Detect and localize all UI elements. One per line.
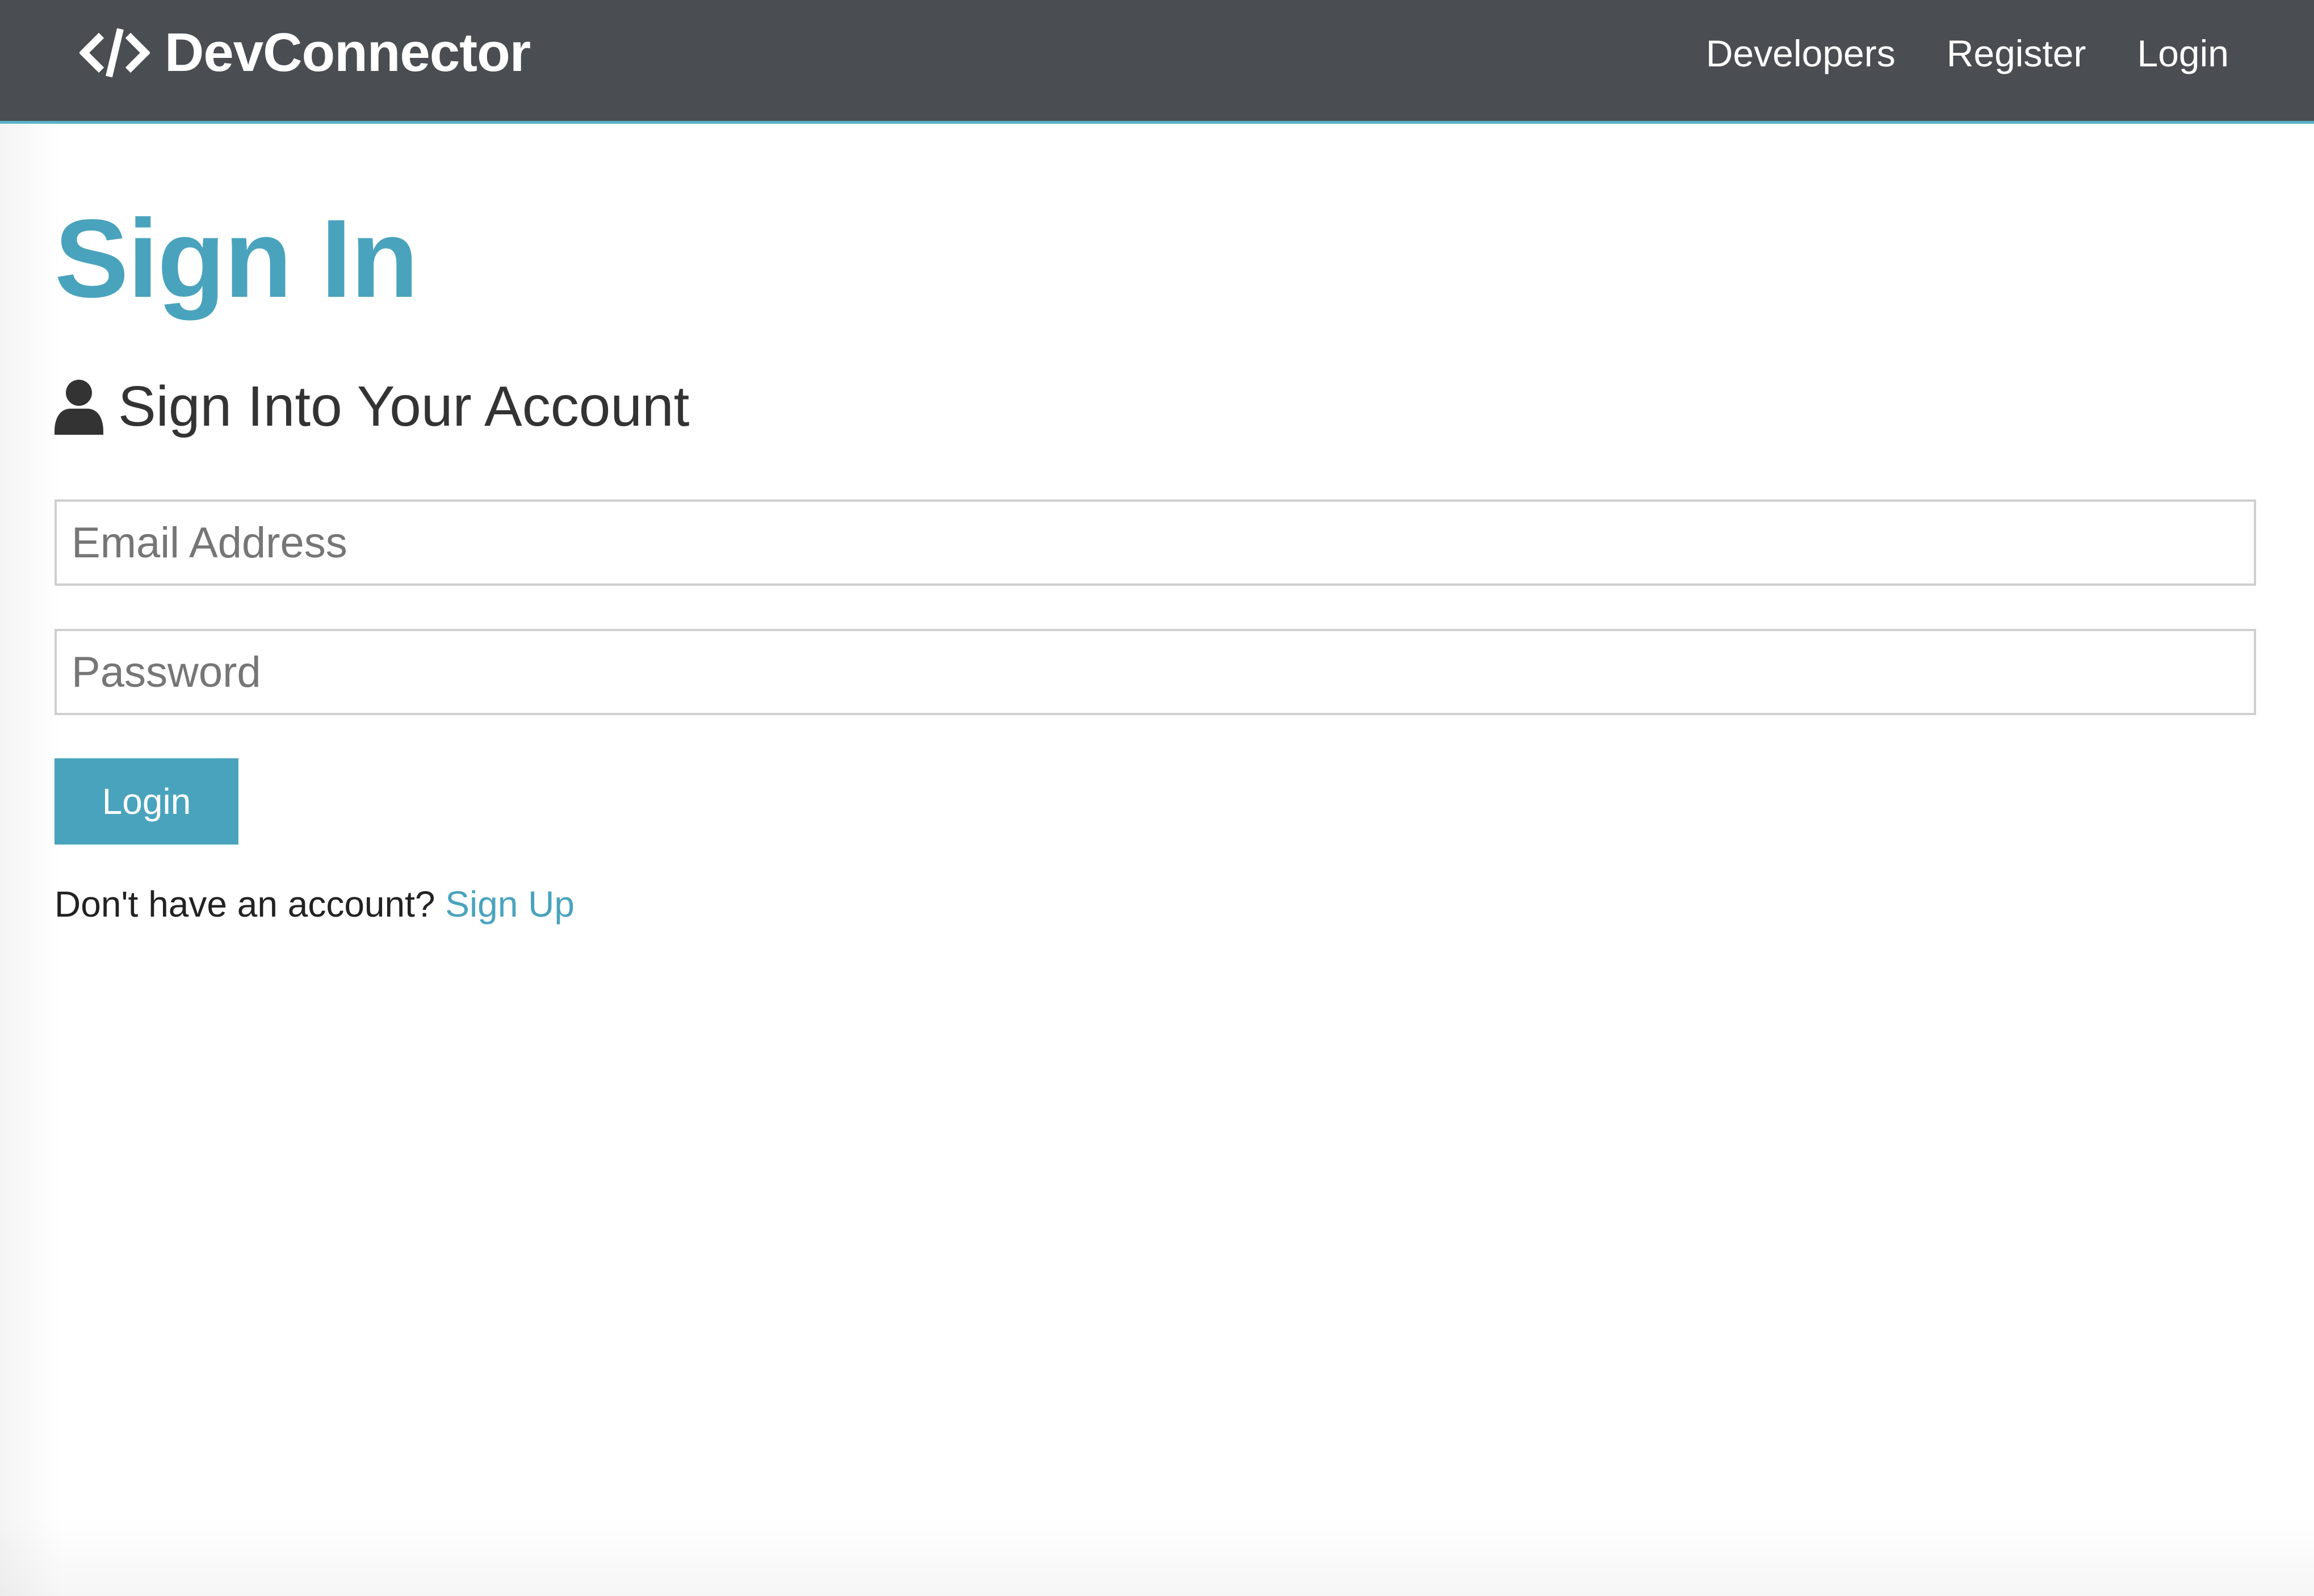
- signup-prompt-row: Don't have an account? Sign Up: [55, 883, 575, 925]
- nav-link-register[interactable]: Register: [1947, 32, 2086, 75]
- lead-label: Sign Into Your Account: [118, 375, 690, 438]
- code-icon: [78, 26, 151, 80]
- login-button[interactable]: Login: [55, 758, 238, 845]
- nav-link-developers[interactable]: Developers: [1706, 32, 1896, 75]
- page: DevConnector Developers Register Login S…: [0, 0, 2314, 1596]
- signup-prompt-text: Don't have an account?: [55, 884, 446, 925]
- navbar: DevConnector Developers Register Login: [0, 0, 2314, 124]
- login-form: Login: [55, 499, 2256, 845]
- edge-shadow-left: [0, 124, 62, 1596]
- sign-up-link[interactable]: Sign Up: [445, 884, 575, 925]
- nav-link-login[interactable]: Login: [2137, 32, 2229, 75]
- email-field[interactable]: [55, 499, 2256, 586]
- lead-text: Sign Into Your Account: [55, 378, 689, 435]
- brand-link[interactable]: DevConnector: [78, 22, 531, 84]
- brand-name: DevConnector: [165, 22, 531, 83]
- page-title: Sign In: [55, 196, 418, 321]
- nav-links: Developers Register Login: [1655, 25, 2229, 82]
- edge-shadow-bottom: [0, 1517, 2314, 1596]
- user-icon: [55, 378, 103, 435]
- password-field[interactable]: [55, 629, 2256, 715]
